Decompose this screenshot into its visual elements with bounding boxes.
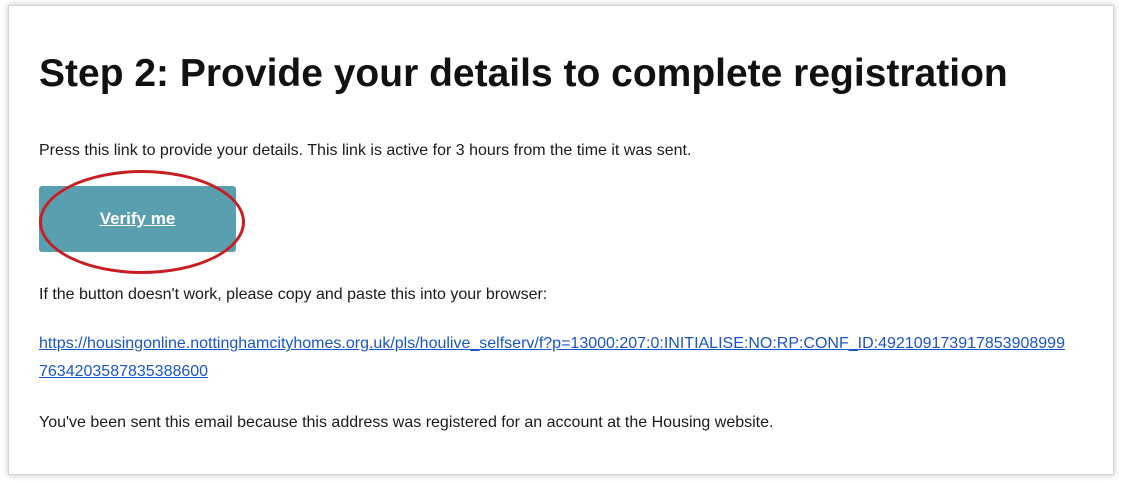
verification-link[interactable]: https://housingonline.nottinghamcityhome… xyxy=(39,330,1069,386)
email-message-frame: Step 2: Provide your details to complete… xyxy=(8,5,1114,475)
footer-text: You've been sent this email because this… xyxy=(39,414,774,431)
page-title: Step 2: Provide your details to complete… xyxy=(39,52,1008,95)
fallback-instructions: If the button doesn't work, please copy … xyxy=(39,286,548,303)
verify-me-label: Verify me xyxy=(99,209,176,228)
intro-text: Press this link to provide your details.… xyxy=(39,142,692,159)
verify-me-button[interactable]: Verify me xyxy=(39,186,236,252)
